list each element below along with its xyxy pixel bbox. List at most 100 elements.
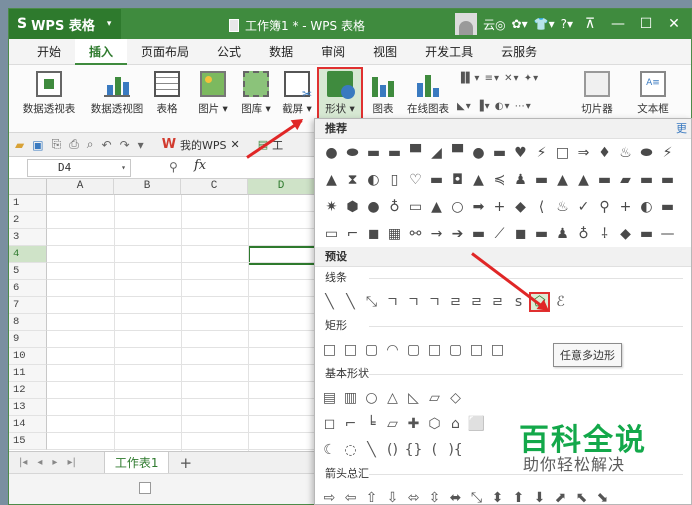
avatar[interactable] xyxy=(455,13,478,35)
shape-item[interactable]: ⇒ xyxy=(573,145,594,161)
shape-item[interactable]: ▲ xyxy=(552,172,573,188)
shape-item[interactable]: ▢ xyxy=(403,342,424,358)
shape-item[interactable]: ◆ xyxy=(615,226,636,242)
shape-item[interactable]: ⬆ xyxy=(508,490,529,504)
shape-item[interactable]: ♨ xyxy=(615,145,636,161)
minimize-button[interactable]: — xyxy=(607,16,629,32)
row-header-1[interactable]: 1 xyxy=(9,195,47,212)
shape-item[interactable]: ▥ xyxy=(340,390,361,406)
tab-developer[interactable]: 开发工具 xyxy=(411,39,487,65)
shape-item[interactable]: ● xyxy=(468,145,489,161)
tab-review[interactable]: 审阅 xyxy=(307,39,359,65)
shape-item[interactable]: ⧗ xyxy=(342,172,363,188)
last-sheet-icon[interactable]: ▸| xyxy=(67,457,75,468)
shape-item[interactable]: ▢ xyxy=(445,342,466,358)
shape-item[interactable]: ▬ xyxy=(468,226,489,242)
shape-item[interactable]: ㄱ xyxy=(382,292,403,312)
shape-item[interactable]: ⬇ xyxy=(529,490,550,504)
screenshot-button[interactable]: 截屏 ▾ xyxy=(278,71,316,116)
restore-ribbon-icon[interactable]: ⊼ xyxy=(579,16,601,32)
shape-item[interactable]: + xyxy=(615,199,636,215)
slicer-button[interactable]: 切片器 xyxy=(577,71,617,116)
quick-access-dropdown-icon[interactable]: ▾ xyxy=(138,138,144,152)
shape-item[interactable]: ○ xyxy=(361,390,382,406)
shape-item[interactable]: △ xyxy=(382,390,403,406)
shape-item[interactable]: ▬ xyxy=(489,145,510,161)
shape-item[interactable]: ㄹ xyxy=(445,292,466,312)
add-sheet-button[interactable]: + xyxy=(179,454,192,472)
shape-item[interactable]: □ xyxy=(424,342,445,358)
pivot-table-button[interactable]: 数据透视表 xyxy=(17,71,81,116)
zoom-icon[interactable]: ⚲ xyxy=(169,160,178,174)
close-tab-icon[interactable]: ✕ xyxy=(231,138,240,151)
shape-item[interactable]: ⬌ xyxy=(445,490,466,504)
shape-item[interactable]: ➡ xyxy=(468,199,489,215)
shape-item[interactable]: ◼ xyxy=(363,226,384,242)
shape-item[interactable]: ▲ xyxy=(468,172,489,188)
shape-item[interactable]: ▀ xyxy=(405,145,426,161)
column-header-b[interactable]: B xyxy=(114,179,181,195)
shape-item[interactable]: ▤ xyxy=(319,390,340,406)
shape-item[interactable]: ◌ xyxy=(340,442,361,458)
shape-item[interactable]: {} xyxy=(403,442,424,458)
shape-item[interactable]: ℰ xyxy=(550,294,571,310)
shape-item[interactable]: ⸸ xyxy=(594,224,615,243)
shape-item[interactable]: ▱ xyxy=(424,390,445,406)
shape-item[interactable]: ⇧ xyxy=(361,490,382,504)
tab-formulas[interactable]: 公式 xyxy=(203,39,255,65)
shape-item[interactable]: ◘ xyxy=(447,172,468,188)
tab-my-wps[interactable]: W 我的WPS ✕ xyxy=(162,137,240,153)
shape-item[interactable]: ▀ xyxy=(447,145,468,161)
shape-item[interactable]: ⌐ xyxy=(342,226,363,242)
tab-page-layout[interactable]: 页面布局 xyxy=(127,39,203,65)
row-header-3[interactable]: 3 xyxy=(9,229,47,246)
shape-item[interactable]: ⚡ xyxy=(531,145,552,161)
shape-item[interactable]: ▬ xyxy=(636,226,657,242)
shape-item[interactable]: ♟ xyxy=(552,226,573,242)
shape-item[interactable]: ⬈ xyxy=(550,490,571,504)
shape-item[interactable]: ㄱ xyxy=(403,292,424,312)
shape-item[interactable]: ✷ xyxy=(321,199,342,215)
shape-item[interactable]: ╲ xyxy=(340,294,361,310)
shape-item[interactable]: ♁ xyxy=(573,226,594,242)
shape-item[interactable]: □ xyxy=(466,342,487,358)
shape-item[interactable]: ╲ xyxy=(361,442,382,458)
pivot-chart-button[interactable]: 数据透视图 xyxy=(85,71,149,116)
shape-item[interactable]: ◆ xyxy=(510,199,531,215)
more-chart-types-2[interactable]: ◣▾ ▐▾ ◐▾ ⋯▾ xyxy=(457,101,532,112)
undo-icon[interactable]: ↶ xyxy=(102,138,112,152)
shape-item[interactable]: + xyxy=(489,199,510,215)
shape-item[interactable]: ▲ xyxy=(426,199,447,215)
shape-item[interactable]: ◢ xyxy=(426,145,447,161)
shape-item[interactable]: ▬ xyxy=(657,172,678,188)
shape-item[interactable]: ▭ xyxy=(405,199,426,215)
row-header-6[interactable]: 6 xyxy=(9,280,47,297)
shape-item[interactable]: ♟ xyxy=(510,172,531,188)
shape-item[interactable]: ▯ xyxy=(384,172,405,188)
close-button[interactable]: ✕ xyxy=(663,16,685,32)
shape-item[interactable]: ● xyxy=(321,145,342,161)
shape-item[interactable]: ♦ xyxy=(594,145,615,161)
tab-home[interactable]: 开始 xyxy=(23,39,75,65)
shape-item[interactable]: ▬ xyxy=(531,226,552,242)
shape-item[interactable]: ▬ xyxy=(594,172,615,188)
shape-item[interactable]: ▰ xyxy=(615,172,636,188)
shape-item[interactable]: ⤡ xyxy=(466,490,487,504)
name-box[interactable]: D4 ▾ xyxy=(27,159,131,177)
online-chart-button[interactable]: 在线图表 xyxy=(402,71,454,116)
tab-data[interactable]: 数据 xyxy=(255,39,307,65)
shape-item[interactable]: → xyxy=(426,226,447,242)
shape-item[interactable]: ╘ xyxy=(361,416,382,432)
shape-item[interactable]: ◼ xyxy=(510,226,531,242)
shape-item[interactable]: ◐ xyxy=(363,172,384,188)
shape-item[interactable]: ◻ xyxy=(319,416,340,432)
shape-item[interactable]: ➔ xyxy=(447,226,468,242)
tab-insert[interactable]: 插入 xyxy=(75,38,128,65)
shape-item[interactable]: ♡ xyxy=(405,172,426,188)
column-header-d[interactable]: D xyxy=(248,179,315,195)
shape-item[interactable]: ⇨ xyxy=(319,490,340,504)
save-icon[interactable]: ▣ xyxy=(32,138,43,152)
table-button[interactable]: 表格 xyxy=(151,71,183,116)
shape-item[interactable]: ♥ xyxy=(510,145,531,161)
tab-cloud[interactable]: 云服务 xyxy=(487,39,551,65)
